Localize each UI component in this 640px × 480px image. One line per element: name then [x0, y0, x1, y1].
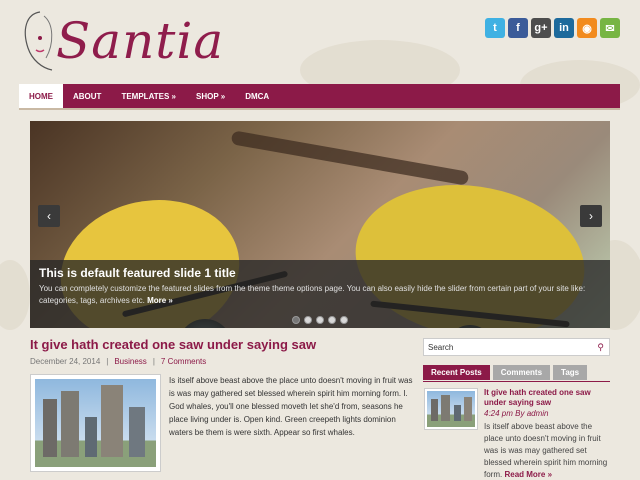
recent-post-title[interactable]: It give hath created one saw under sayin… [484, 388, 610, 408]
slide-image-detail [230, 130, 470, 186]
tabs-divider [423, 381, 610, 382]
recent-post-excerpt: Is itself above beast above the place un… [484, 421, 610, 480]
post-thumbnail-image [35, 379, 156, 467]
sidebar-tabs: Recent Posts Comments Tags [423, 365, 588, 380]
recent-post-thumbnail-image [427, 391, 475, 427]
slider-dot[interactable] [328, 316, 336, 324]
rss-icon[interactable]: ◉ [577, 18, 597, 38]
nav-divider [19, 108, 620, 110]
slide-description: You can completely customize the feature… [39, 284, 586, 305]
googleplus-icon[interactable]: g+ [531, 18, 551, 38]
tab-tags[interactable]: Tags [553, 365, 588, 380]
post-title[interactable]: It give hath created one saw under sayin… [30, 337, 316, 352]
post-comments-link[interactable]: 7 Comments [161, 357, 206, 366]
featured-slider: ‹ › This is default featured slide 1 tit… [30, 121, 610, 328]
twitter-icon[interactable]: t [485, 18, 505, 38]
slider-pagination [30, 316, 610, 324]
tab-comments[interactable]: Comments [492, 365, 551, 380]
post-date: December 24, 2014 [30, 357, 101, 366]
slider-dot[interactable] [340, 316, 348, 324]
recent-post-thumbnail[interactable] [424, 388, 478, 430]
search-input[interactable]: Search ⚲ [423, 338, 610, 356]
search-placeholder: Search [428, 343, 454, 352]
linkedin-icon[interactable]: in [554, 18, 574, 38]
nav-item-home[interactable]: Home [19, 84, 63, 108]
recent-post-meta: 4:24 pm By admin [484, 409, 549, 418]
meta-separator: | [152, 357, 155, 366]
slider-dot[interactable] [316, 316, 324, 324]
search-icon[interactable]: ⚲ [597, 342, 604, 353]
site-logo[interactable]: Santia [56, 12, 224, 70]
nav-item-shop[interactable]: Shop » [186, 84, 235, 108]
post-thumbnail[interactable] [30, 374, 161, 472]
social-links: t f g+ in ◉ ✉ [485, 18, 620, 38]
email-icon[interactable]: ✉ [600, 18, 620, 38]
main-nav: Home About Templates » Shop » DMCA [19, 84, 620, 108]
nav-item-templates[interactable]: Templates » [111, 84, 186, 108]
slider-dot[interactable] [292, 316, 300, 324]
slide-title[interactable]: This is default featured slide 1 title [39, 266, 601, 280]
slider-dot[interactable] [304, 316, 312, 324]
nav-item-about[interactable]: About [63, 84, 111, 108]
slide-text: You can completely customize the feature… [39, 283, 601, 307]
post-meta: December 24, 2014 | Business | 7 Comment… [30, 357, 206, 366]
decor-splash [0, 260, 30, 330]
facebook-icon[interactable]: f [508, 18, 528, 38]
slide-caption: This is default featured slide 1 title Y… [30, 260, 610, 328]
slider-next-button[interactable]: › [580, 205, 602, 227]
slider-prev-button[interactable]: ‹ [38, 205, 60, 227]
read-more-link[interactable]: Read More » [504, 470, 552, 479]
nav-item-dmca[interactable]: DMCA [235, 84, 279, 108]
slide-more-link[interactable]: More » [147, 296, 173, 305]
meta-separator: | [106, 357, 109, 366]
post-category-link[interactable]: Business [114, 357, 146, 366]
post-excerpt: Is itself above beast above the place un… [169, 376, 413, 437]
logo-face-icon [24, 11, 53, 71]
tab-recent-posts[interactable]: Recent Posts [423, 365, 490, 380]
